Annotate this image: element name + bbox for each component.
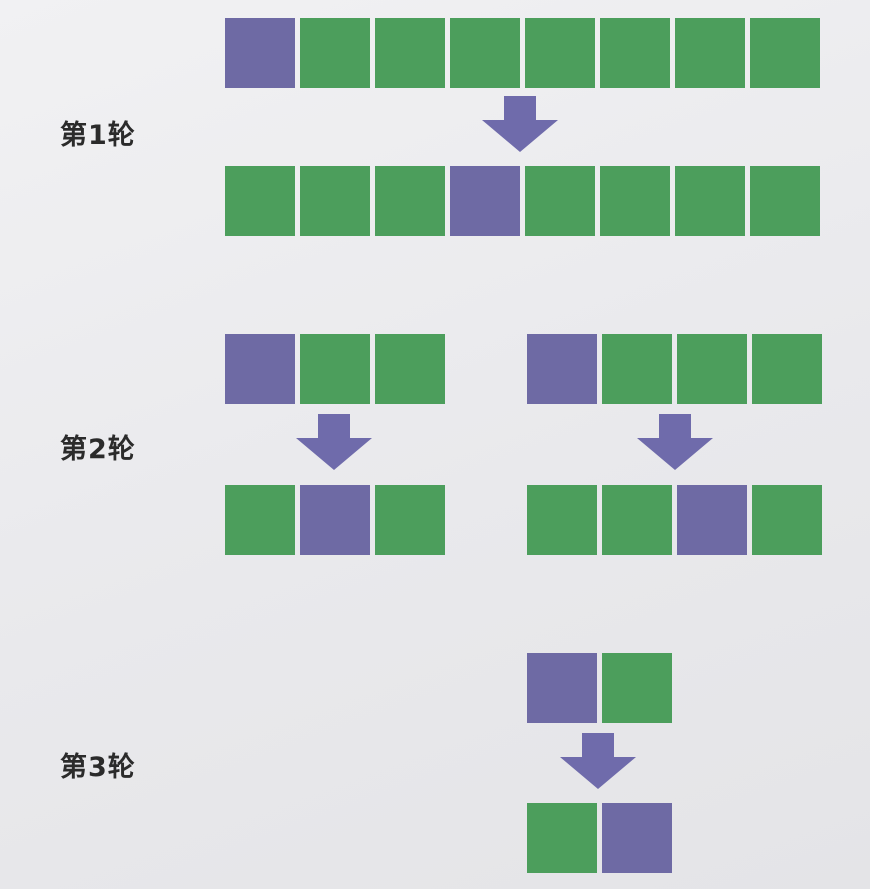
round-1-group-1-after-cell-6 [600,166,670,236]
round-2-group-2-after-cell-2 [602,485,672,555]
round-2-group-1-before-cell-3 [375,334,445,404]
round-3-label: 第3轮 [60,752,136,783]
round-3-group-1-before-cell-1 [527,653,597,723]
round-1-group-1-down-arrow-icon [482,96,558,152]
round-3-group-1-before-cell-2 [602,653,672,723]
round-1-group-1-after-cell-2 [300,166,370,236]
round-2-group-2-before-cell-2 [602,334,672,404]
round-2-group-1-after-cell-2 [300,485,370,555]
round-2-group-2-before-cell-3 [677,334,747,404]
round-2-group-1-after-cell-3 [375,485,445,555]
down-arrow-icon [637,414,713,470]
round-1-group-1-after-cell-1 [225,166,295,236]
round-1-group-1-after-cell-8 [750,166,820,236]
round-2-group-1-after-cell-1 [225,485,295,555]
round-2-group-2-after-cell-4 [752,485,822,555]
round-3-group-1-after-cell-2 [602,803,672,873]
round-1-group-1-before-cell-5 [525,18,595,88]
round-3-group-1-after-cell-1 [527,803,597,873]
round-2-group-1-before-cell-2 [300,334,370,404]
down-arrow-icon [482,96,558,152]
down-arrow-icon [296,414,372,470]
round-2-group-2-after-cell-1 [527,485,597,555]
round-1-group-1-after-cell-7 [675,166,745,236]
round-1-group-1-before-cell-8 [750,18,820,88]
round-swap-diagram: 第1轮 第2轮 第3轮 [0,0,870,889]
round-1-group-1-before-cell-6 [600,18,670,88]
round-2-group-2-before-cell-1 [527,334,597,404]
round-2-label: 第2轮 [60,434,136,465]
round-1-group-1-after-cell-3 [375,166,445,236]
round-1-label: 第1轮 [60,120,136,151]
round-1-group-1-before-cell-3 [375,18,445,88]
round-2-group-2-after-cell-3 [677,485,747,555]
round-2-group-2-down-arrow-icon [637,414,713,470]
round-1-group-1-after-cell-4 [450,166,520,236]
round-3-group-1-down-arrow-icon [560,733,636,789]
round-1-group-1-before-cell-1 [225,18,295,88]
round-2-group-1-down-arrow-icon [296,414,372,470]
down-arrow-icon [560,733,636,789]
round-1-group-1-after-cell-5 [525,166,595,236]
round-1-group-1-before-cell-7 [675,18,745,88]
round-1-group-1-before-cell-2 [300,18,370,88]
round-2-group-2-before-cell-4 [752,334,822,404]
round-1-group-1-before-cell-4 [450,18,520,88]
round-2-group-1-before-cell-1 [225,334,295,404]
